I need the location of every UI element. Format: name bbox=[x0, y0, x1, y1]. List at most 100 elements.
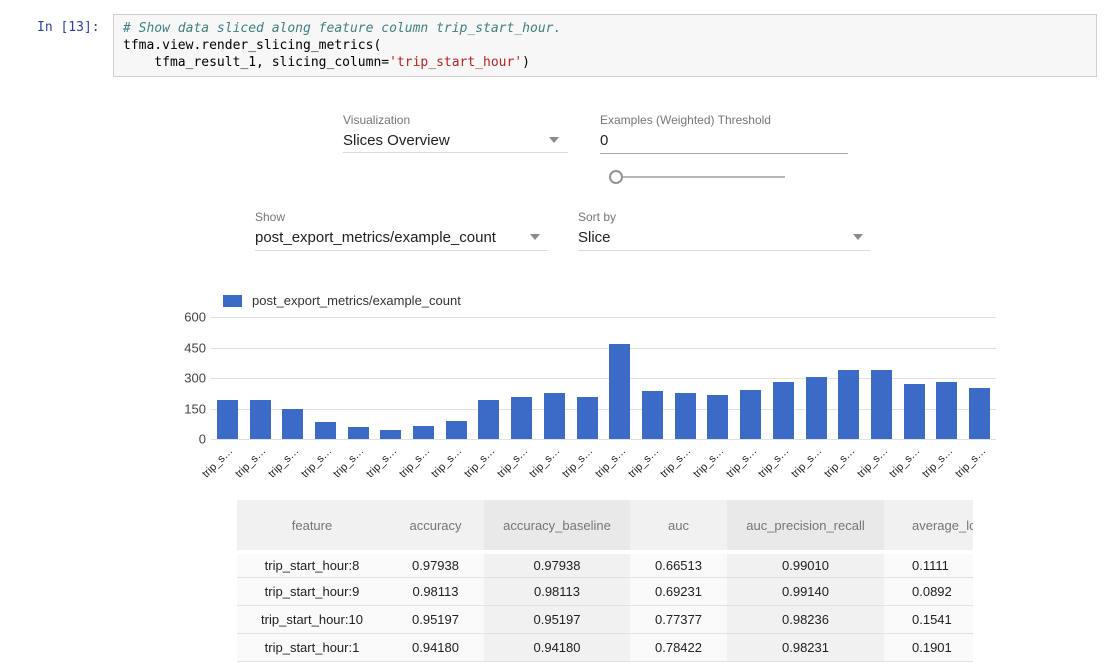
header-accuracy-baseline: accuracy_baseline bbox=[484, 500, 630, 550]
bar-13[interactable] bbox=[642, 391, 663, 439]
table-row: trip_start_hour:10 0.95197 0.95197 0.773… bbox=[237, 606, 973, 634]
bar-slot: trip_s… bbox=[800, 317, 833, 439]
bar-slot: trip_s… bbox=[473, 317, 506, 439]
bar-slot: trip_s… bbox=[505, 317, 538, 439]
cell-accuracy-baseline: 0.97938 bbox=[484, 550, 630, 578]
bar-slot: trip_s… bbox=[244, 317, 277, 439]
metrics-table: feature accuracy accuracy_baseline auc a… bbox=[237, 500, 973, 662]
bar-10[interactable] bbox=[544, 393, 565, 439]
code-editor[interactable]: # Show data sliced along feature column … bbox=[113, 14, 1097, 77]
bar-slot: trip_s… bbox=[669, 317, 702, 439]
bars-container: trip_s…trip_s…trip_s…trip_s…trip_s…trip_… bbox=[211, 317, 996, 439]
sortby-value[interactable]: Slice bbox=[578, 229, 611, 246]
x-axis-label: trip_s… bbox=[528, 445, 563, 480]
bar-18[interactable] bbox=[806, 377, 827, 439]
show-label: Show bbox=[255, 210, 285, 224]
table-row: trip_start_hour:8 0.97938 0.97938 0.6651… bbox=[237, 550, 973, 578]
bar-11[interactable] bbox=[577, 397, 598, 439]
bar-0[interactable] bbox=[217, 400, 238, 439]
cell-average-loss: 0.1111 bbox=[884, 550, 973, 578]
cell-accuracy: 0.94180 bbox=[387, 634, 484, 662]
x-axis-label: trip_s… bbox=[201, 445, 236, 480]
code-comment-line: # Show data sliced along feature column … bbox=[123, 20, 1087, 37]
bar-chart: trip_s…trip_s…trip_s…trip_s…trip_s…trip_… bbox=[211, 317, 996, 439]
x-axis-label: trip_s… bbox=[593, 445, 628, 480]
threshold-input[interactable]: 0 bbox=[600, 132, 608, 149]
cell-accuracy-baseline: 0.98113 bbox=[484, 578, 630, 606]
x-axis-label: trip_s… bbox=[462, 445, 497, 480]
x-axis-label: trip_s… bbox=[233, 445, 268, 480]
chevron-down-icon[interactable] bbox=[549, 137, 559, 143]
bar-20[interactable] bbox=[871, 370, 892, 439]
table-header-row: feature accuracy accuracy_baseline auc a… bbox=[237, 500, 973, 550]
legend-swatch bbox=[223, 295, 242, 307]
bar-21[interactable] bbox=[904, 384, 925, 439]
slider-handle[interactable] bbox=[609, 170, 623, 184]
threshold-label: Examples (Weighted) Threshold bbox=[600, 113, 771, 127]
bar-6[interactable] bbox=[413, 426, 434, 439]
x-axis-label: trip_s… bbox=[266, 445, 301, 480]
bar-16[interactable] bbox=[740, 390, 761, 439]
bar-slot: trip_s… bbox=[767, 317, 800, 439]
bar-14[interactable] bbox=[675, 393, 696, 439]
cell-average-loss: 0.1901 bbox=[884, 634, 973, 662]
x-axis-label: trip_s… bbox=[789, 445, 824, 480]
bar-slot: trip_s… bbox=[636, 317, 669, 439]
bar-5[interactable] bbox=[380, 430, 401, 439]
bar-slot: trip_s… bbox=[309, 317, 342, 439]
dropdown-underline bbox=[578, 250, 871, 251]
cell-average-loss: 0.1541 bbox=[884, 606, 973, 634]
legend-label: post_export_metrics/example_count bbox=[252, 293, 461, 308]
slider-track[interactable] bbox=[623, 176, 785, 178]
y-axis-label: 0 bbox=[199, 432, 206, 447]
bar-8[interactable] bbox=[478, 400, 499, 439]
bar-slot: trip_s… bbox=[603, 317, 636, 439]
bar-15[interactable] bbox=[707, 395, 728, 439]
bar-slot: trip_s… bbox=[702, 317, 735, 439]
visualization-value[interactable]: Slices Overview bbox=[343, 132, 450, 149]
x-axis-label: trip_s… bbox=[397, 445, 432, 480]
header-average-loss: average_loss bbox=[884, 500, 973, 550]
bar-9[interactable] bbox=[511, 397, 532, 439]
bar-slot: trip_s… bbox=[440, 317, 473, 439]
bar-17[interactable] bbox=[773, 382, 794, 439]
x-axis-label: trip_s… bbox=[429, 445, 464, 480]
cell-auc-precision-recall: 0.98236 bbox=[727, 606, 884, 634]
visualization-label: Visualization bbox=[343, 113, 410, 127]
cell-accuracy: 0.98113 bbox=[387, 578, 484, 606]
bar-slot: trip_s… bbox=[832, 317, 865, 439]
bar-3[interactable] bbox=[315, 422, 336, 439]
bar-7[interactable] bbox=[446, 421, 467, 439]
threshold-underline bbox=[600, 153, 848, 154]
chevron-down-icon[interactable] bbox=[853, 234, 863, 240]
table-row: trip_start_hour:9 0.98113 0.98113 0.6923… bbox=[237, 578, 973, 606]
bar-4[interactable] bbox=[348, 427, 369, 439]
chevron-down-icon[interactable] bbox=[530, 234, 540, 240]
cell-average-loss: 0.0892 bbox=[884, 578, 973, 606]
x-axis-label: trip_s… bbox=[560, 445, 595, 480]
header-feature: feature bbox=[237, 500, 387, 550]
code-line-2: tfma.view.render_slicing_metrics( bbox=[123, 37, 1087, 54]
cell-auc: 0.66513 bbox=[630, 550, 727, 578]
cell-accuracy-baseline: 0.95197 bbox=[484, 606, 630, 634]
bar-slot: trip_s… bbox=[407, 317, 440, 439]
bar-19[interactable] bbox=[838, 370, 859, 439]
cell-auc-precision-recall: 0.99140 bbox=[727, 578, 884, 606]
bar-2[interactable] bbox=[282, 409, 303, 439]
x-axis-label: trip_s… bbox=[299, 445, 334, 480]
bar-23[interactable] bbox=[969, 388, 990, 439]
cell-auc: 0.77377 bbox=[630, 606, 727, 634]
bar-22[interactable] bbox=[936, 382, 957, 439]
cell-accuracy-baseline: 0.94180 bbox=[484, 634, 630, 662]
bar-slot: trip_s… bbox=[571, 317, 604, 439]
cell-auc-precision-recall: 0.99010 bbox=[727, 550, 884, 578]
x-axis-label: trip_s… bbox=[822, 445, 857, 480]
bar-slot: trip_s… bbox=[342, 317, 375, 439]
x-axis-label: trip_s… bbox=[724, 445, 759, 480]
show-value[interactable]: post_export_metrics/example_count bbox=[255, 229, 496, 246]
gridline bbox=[211, 439, 996, 440]
bar-12[interactable] bbox=[609, 344, 630, 439]
cell-feature: trip_start_hour:1 bbox=[237, 634, 387, 662]
bar-slot: trip_s… bbox=[276, 317, 309, 439]
bar-1[interactable] bbox=[250, 400, 271, 439]
